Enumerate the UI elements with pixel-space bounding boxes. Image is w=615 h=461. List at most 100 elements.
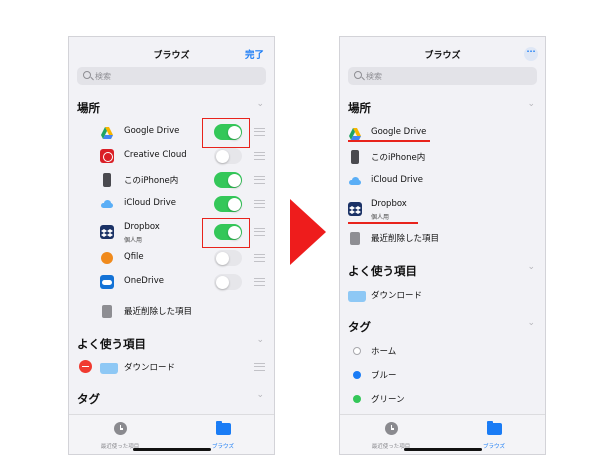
tag-color-dot [353,371,361,379]
icloud-icon [348,174,362,188]
location-label: iCloud Drive [371,175,424,185]
location-row-this-iphone[interactable]: このiPhone内 [69,168,274,192]
clock-icon [384,422,398,435]
favorite-row-downloads[interactable]: ダウンロード [340,283,545,307]
section-header-tags[interactable]: タグ ⌄ [340,316,545,338]
nav-title: ブラウズ [153,51,190,61]
home-indicator [404,448,482,451]
location-row-icloud-drive[interactable]: iCloud Drive [69,192,274,216]
onedrive-toggle[interactable] [214,274,242,290]
tag-color-dot [353,347,361,355]
tab-recents[interactable]: 最近使った項目 [85,420,155,450]
search-input[interactable]: 検索 [348,67,537,85]
reorder-handle-icon[interactable] [254,152,265,160]
trash-icon [100,304,114,318]
iphone-icon [100,173,114,187]
tag-label: ホーム [371,347,397,357]
reorder-handle-icon[interactable] [254,254,265,262]
reorder-handle-icon[interactable] [254,228,265,236]
nav-title: ブラウズ [424,51,461,61]
section-title: 場所 [348,101,371,115]
trash-icon [348,231,362,245]
reorder-handle-icon[interactable] [254,176,265,184]
more-options-icon[interactable]: ··· [524,47,538,61]
location-row-qfile[interactable]: Qfile [69,246,274,270]
google-drive-icon [100,125,114,139]
section-title: タグ [348,320,371,334]
search-input[interactable]: 検索 [77,67,266,85]
location-label: Creative Cloud [124,150,187,160]
google-drive-icon [348,126,362,140]
location-row-dropbox[interactable]: Dropbox 個人用 [69,220,274,244]
done-button[interactable]: 完了 [245,47,264,61]
location-label: Qfile [124,252,144,262]
arrow-right-icon [290,199,326,265]
tab-browse[interactable]: ブラウズ [188,420,258,450]
location-label: このiPhone内 [371,153,426,163]
section-header-locations[interactable]: 場所 ⌄ [340,97,545,119]
chevron-down-icon[interactable]: ⌄ [527,99,535,109]
location-label: Dropbox [124,222,160,232]
tag-row-green[interactable]: グリーン [340,387,545,411]
search-icon [83,71,91,79]
chevron-down-icon[interactable]: ⌄ [256,335,264,345]
search-placeholder: 検索 [95,72,111,81]
reorder-handle-icon[interactable] [254,363,265,371]
this-iphone-toggle[interactable] [214,172,242,188]
reorder-handle-icon[interactable] [254,278,265,286]
tag-label: ブルー [371,371,397,381]
google-drive-toggle[interactable] [214,124,242,140]
remove-favorite-icon[interactable] [79,360,92,373]
section-title: タグ [77,392,100,406]
section-title: よく使う項目 [77,337,146,351]
location-row-this-iphone[interactable]: このiPhone内 [340,145,545,169]
highlight-underline [348,222,418,224]
section-header-locations[interactable]: 場所 ⌄ [69,97,274,119]
qfile-toggle[interactable] [214,250,242,266]
chevron-down-icon[interactable]: ⌄ [527,262,535,272]
onedrive-icon [100,275,114,289]
location-label: Google Drive [124,126,180,136]
location-sublabel: 個人用 [124,237,143,244]
section-header-favorites[interactable]: よく使う項目 ⌄ [340,260,545,282]
search-placeholder: 検索 [366,72,382,81]
location-row-dropbox[interactable]: Dropbox 個人用 [340,197,545,221]
location-row-icloud-drive[interactable]: iCloud Drive [340,169,545,193]
home-indicator [133,448,211,451]
location-row-google-drive[interactable]: Google Drive [69,120,274,144]
favorite-row-downloads[interactable]: ダウンロード [69,355,274,379]
chevron-down-icon[interactable]: ⌄ [527,318,535,328]
section-header-favorites[interactable]: よく使う項目 ⌄ [69,333,274,355]
tag-row-blue[interactable]: ブルー [340,363,545,387]
browse-screen-edit: ブラウズ 完了 検索 場所 ⌄ Google Drive Creative Cl… [68,36,275,455]
chevron-down-icon[interactable]: ⌄ [256,390,264,400]
section-header-tags[interactable]: タグ ⌄ [69,388,274,410]
tab-browse[interactable]: ブラウズ [459,420,529,450]
tag-row-home[interactable]: ホーム [340,339,545,363]
reorder-handle-icon[interactable] [254,200,265,208]
location-label: 最近削除した項目 [124,307,193,317]
location-row-recently-deleted[interactable]: 最近削除した項目 [69,299,274,323]
folder-icon [100,360,118,374]
creative-cloud-toggle[interactable] [214,148,242,164]
location-row-creative-cloud[interactable]: Creative Cloud [69,144,274,168]
search-icon [354,71,362,79]
icloud-drive-toggle[interactable] [214,196,242,212]
nav-bar: ブラウズ 完了 [69,37,274,67]
dropbox-icon [348,202,362,216]
location-row-onedrive[interactable]: OneDrive [69,270,274,294]
nav-bar: ブラウズ ··· [340,37,545,67]
reorder-handle-icon[interactable] [254,128,265,136]
chevron-down-icon[interactable]: ⌄ [256,99,264,109]
folder-icon [348,288,366,302]
browse-screen-result: ブラウズ ··· 検索 場所 ⌄ Google Drive このiPhone内 … [339,36,546,455]
dropbox-toggle[interactable] [214,224,242,240]
favorite-label: ダウンロード [124,363,176,373]
section-title: 場所 [77,101,100,115]
location-label: OneDrive [124,276,164,286]
location-label: 最近削除した項目 [371,234,440,244]
location-row-recently-deleted[interactable]: 最近削除した項目 [340,226,545,250]
location-label: Dropbox [371,199,407,209]
highlight-underline [348,140,430,142]
tab-recents[interactable]: 最近使った項目 [356,420,426,450]
